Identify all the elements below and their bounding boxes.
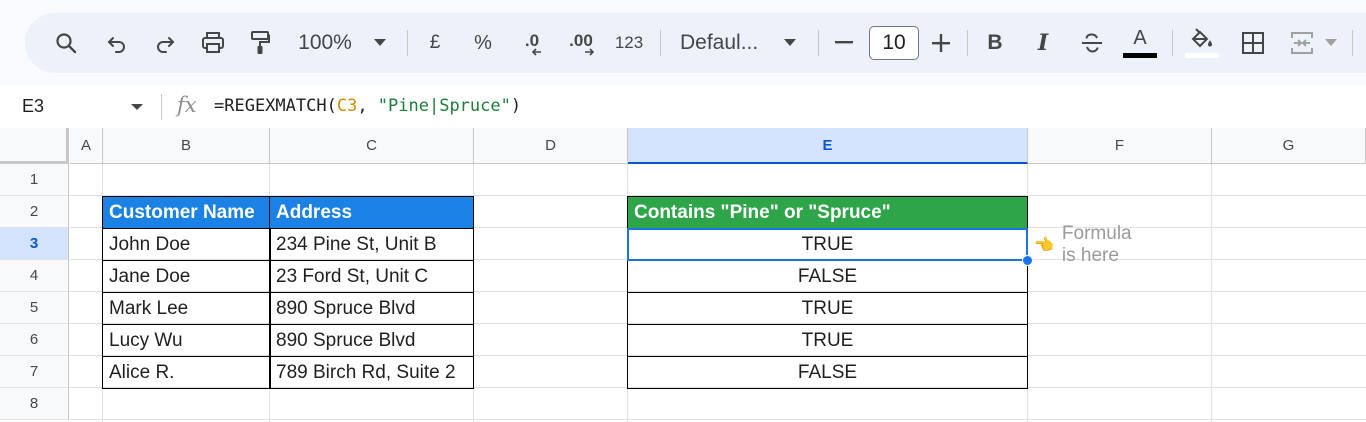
result-cell[interactable]: TRUE [627,324,1028,357]
decrease-font-size-icon[interactable] [833,13,855,73]
font-size-input[interactable]: 10 [869,26,919,60]
row-header-1[interactable]: 1 [0,164,69,196]
formula-prefix: =REGEXMATCH( [214,96,337,116]
percent-format-button[interactable]: % [471,13,495,73]
column-header-d[interactable]: D [474,128,628,164]
name-box[interactable]: E3 [22,96,44,117]
column-header-b[interactable]: B [103,128,270,164]
bold-button[interactable]: B [984,13,1006,73]
table-cell-name[interactable]: Jane Doe [102,260,271,293]
table-cell-address[interactable]: 234 Pine St, Unit B [269,228,474,261]
formula-bar-divider [161,94,162,120]
select-all-corner[interactable] [0,128,69,164]
zoom-select[interactable]: 100% [293,13,357,73]
table-cell-name[interactable]: Mark Lee [102,292,271,325]
italic-button[interactable]: I [1032,13,1054,73]
column-header-c[interactable]: C [270,128,474,164]
arrow-right-icon [585,48,594,56]
strikethrough-icon[interactable] [1079,13,1105,73]
table-cell-address[interactable]: 890 Spruce Blvd [269,324,474,357]
increase-font-size-icon[interactable] [930,13,952,73]
toolbar: 100% £ % .0 .00 123 Defaul... 10 B I A [25,13,1366,73]
column-header-e[interactable]: E [628,128,1028,164]
formula-bar: E3 fx =REGEXMATCH(C3, "Pine|Spruce") [0,86,1366,128]
fill-color-button[interactable] [1183,13,1221,73]
column-header-f[interactable]: F [1028,128,1212,164]
formula-note: 👈 Formula is here [1034,223,1132,266]
undo-icon[interactable] [103,13,131,73]
text-color-bar [1123,53,1157,58]
table-cell-address[interactable]: 789 Birch Rd, Suite 2 [269,356,474,389]
formula-separator: , [357,96,378,116]
row-header-6[interactable]: 6 [0,324,69,356]
fill-color-bar [1185,53,1219,58]
table-cell-name[interactable]: Lucy Wu [102,324,271,357]
print-icon[interactable] [198,13,228,73]
toolbar-divider [660,30,661,56]
row-header-5[interactable]: 5 [0,292,69,324]
active-cell-selection [627,228,1028,261]
formula-note-text: Formula is here [1061,223,1132,266]
font-family-select[interactable]: Defaul... [680,13,766,73]
toolbar-divider [818,30,819,56]
toolbar-divider [407,30,408,56]
gridline [1211,164,1212,422]
paint-bucket-icon [1191,28,1212,48]
name-box-dropdown-icon[interactable] [131,104,143,110]
result-cell[interactable]: FALSE [627,260,1028,293]
toolbar-area: 100% £ % .0 .00 123 Defaul... 10 B I A [0,0,1366,86]
pointing-hand-icon: 👈 [1034,237,1054,254]
text-color-button[interactable]: A [1122,13,1158,73]
paint-format-icon[interactable] [246,13,274,73]
formula-cell-ref: C3 [336,96,358,116]
borders-icon[interactable] [1240,13,1266,73]
result-cell[interactable]: TRUE [627,292,1028,325]
more-formats-button[interactable]: 123 [613,13,645,73]
gridline [70,419,1366,420]
table-cell-name[interactable]: Alice R. [102,356,271,389]
formula-string: "Pine|Spruce" [377,96,511,116]
zoom-chevron-icon[interactable] [370,13,390,73]
font-chevron-icon[interactable] [782,13,798,73]
currency-format-button[interactable]: £ [425,13,445,73]
row-header-2[interactable]: 2 [0,196,69,228]
row-header-3[interactable]: 3 [0,228,69,260]
row-header-4[interactable]: 4 [0,260,69,292]
toolbar-divider [1352,30,1353,56]
column-header-g[interactable]: G [1212,128,1366,164]
table-cell-address[interactable]: 23 Ford St, Unit C [269,260,474,293]
table-header-address[interactable]: Address [269,196,474,229]
toolbar-divider [1172,30,1173,56]
formula-suffix: ) [510,96,522,116]
row-header-8[interactable]: 8 [0,388,69,420]
fx-icon: fx [177,93,197,117]
arrow-left-icon [532,48,541,56]
increase-decimal-button[interactable]: .00 [564,13,598,73]
search-icon[interactable] [51,13,81,73]
formula-input[interactable]: =REGEXMATCH(C3, "Pine|Spruce") [214,96,521,116]
column-header-a[interactable]: A [70,128,103,164]
decrease-decimal-button[interactable]: .0 [515,13,549,73]
result-cell[interactable]: FALSE [627,356,1028,389]
text-color-letter: A [1133,27,1147,49]
merge-chevron-icon[interactable] [1323,13,1339,73]
fill-handle[interactable] [1022,255,1033,266]
result-header[interactable]: Contains "Pine" or "Spruce" [627,196,1028,229]
table-cell-address[interactable]: 890 Spruce Blvd [269,292,474,325]
row-header-7[interactable]: 7 [0,356,69,388]
table-header-customer-name[interactable]: Customer Name [102,196,271,229]
merge-cells-icon[interactable] [1289,13,1315,73]
toolbar-divider [967,30,968,56]
table-cell-name[interactable]: John Doe [102,228,271,261]
redo-icon[interactable] [151,13,179,73]
